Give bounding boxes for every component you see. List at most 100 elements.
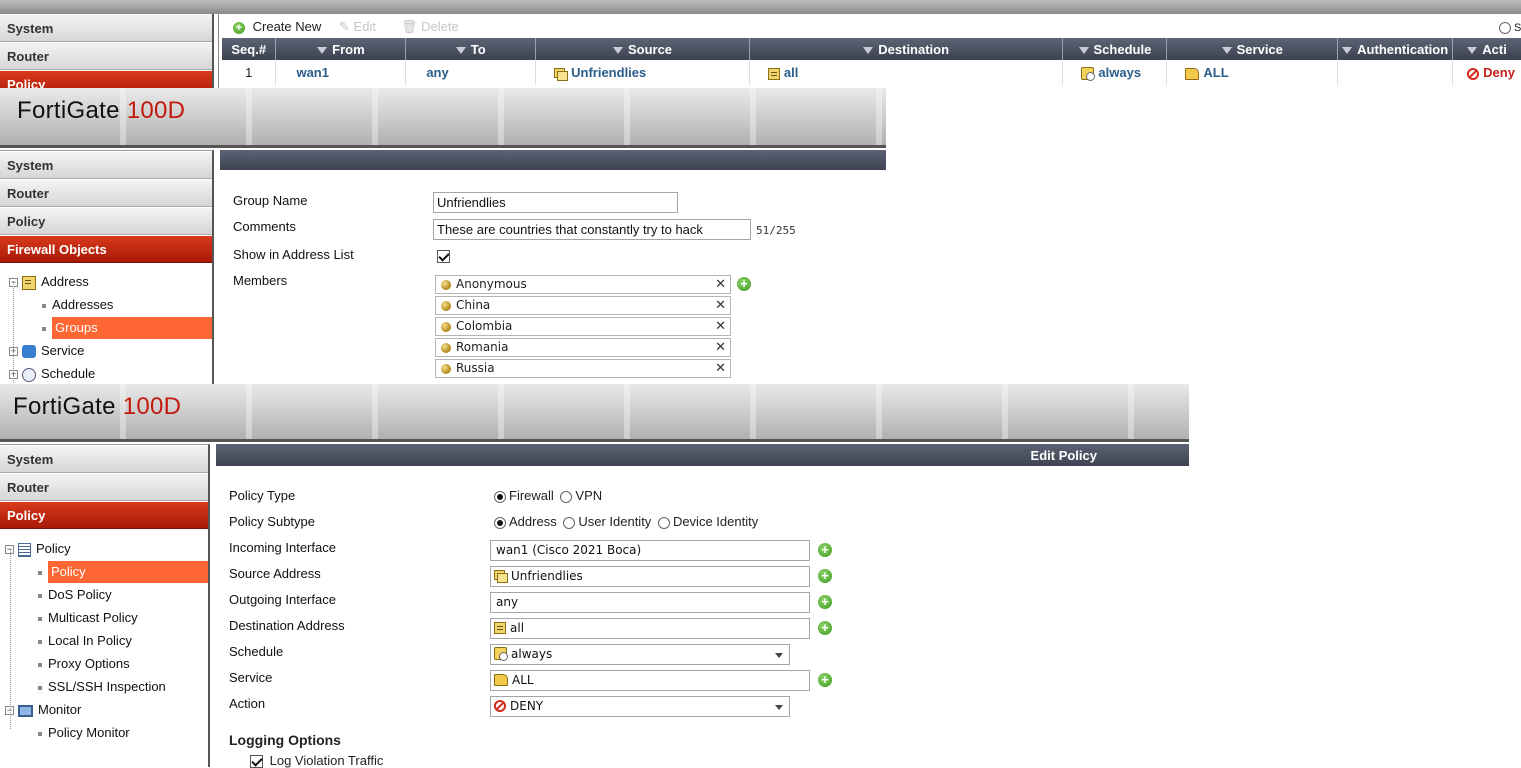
tree-policy-item[interactable]: Policy [38,561,208,583]
col-schedule[interactable]: Schedule [1062,38,1168,60]
policy-type-vpn[interactable]: VPN [560,488,602,503]
policy-type-firewall[interactable]: Firewall [494,488,554,503]
tree-dos-policy[interactable]: DoS Policy [38,584,112,606]
add-incoming-button[interactable]: + [818,543,832,557]
filter-icon[interactable] [1467,46,1478,54]
nav-system[interactable]: System [0,151,212,179]
comments-textarea[interactable]: These are countries that constantly try … [433,219,751,240]
remove-icon[interactable]: ✕ [715,318,726,335]
log-violation-option[interactable]: Log Violation Traffic [250,753,383,768]
radio-device-identity[interactable] [657,516,670,529]
nav-router[interactable]: Router [0,179,212,207]
remove-icon[interactable]: ✕ [715,339,726,356]
outgoing-interface-field[interactable]: any [490,592,810,613]
member-item[interactable]: China ✕ [435,296,731,315]
address-icon [494,621,506,634]
radio-address[interactable] [494,516,506,529]
search-radio[interactable] [1499,21,1511,34]
nav-router[interactable]: Router [0,42,212,70]
tree-multicast-policy[interactable]: Multicast Policy [38,607,138,629]
policy-subtype-options: Address User Identity Device Identity [494,514,758,529]
filter-icon[interactable] [1221,46,1232,54]
form-titlebar [220,150,886,170]
member-item[interactable]: Anonymous ✕ [435,275,731,294]
tree-ssl-inspection[interactable]: SSL/SSH Inspection [38,676,166,698]
group-form: Group Name Unfriendlies Comments These a… [220,170,886,384]
toolbar: + Create New ✎ Edit 🗑 Delete S [219,14,1521,38]
subtype-user-identity[interactable]: User Identity [563,514,651,529]
remove-icon[interactable]: ✕ [715,360,726,377]
col-to[interactable]: To [405,38,537,60]
filter-icon[interactable] [612,46,623,54]
action-select[interactable]: DENY [490,696,790,717]
filter-icon[interactable] [317,46,328,54]
col-seq[interactable]: Seq.# [222,38,277,60]
remove-icon[interactable]: ✕ [715,276,726,293]
tree-proxy-options[interactable]: Proxy Options [38,653,130,675]
remove-icon[interactable]: ✕ [715,297,726,314]
nav-system[interactable]: System [0,445,208,473]
nav-system[interactable]: System [0,14,212,42]
service-field[interactable]: ALL [490,670,810,691]
tree-address[interactable]: − Address [9,271,89,293]
member-item[interactable]: Colombia ✕ [435,317,731,336]
search-option[interactable]: S [1499,19,1521,34]
member-item[interactable]: Romania ✕ [435,338,731,357]
tree-local-in-policy[interactable]: Local In Policy [38,630,132,652]
service-icon [494,673,508,686]
schedule-select[interactable]: always [490,644,790,665]
monitor-icon [18,704,33,717]
group-name-input[interactable]: Unfriendlies [433,192,678,213]
radio-firewall[interactable] [494,490,506,503]
filter-icon[interactable] [1078,46,1089,54]
top-frame-bar [0,0,1521,14]
col-service[interactable]: Service [1166,38,1339,60]
policy-form: Policy Type Firewall VPN Policy Subtype … [216,466,1189,768]
subtype-address[interactable]: Address [494,514,557,529]
tree-service[interactable]: + Service [9,340,84,362]
show-in-list-checkbox[interactable] [437,250,450,264]
sidebar: System Router Policy − Policy Policy DoS … [0,444,210,767]
add-destination-button[interactable]: + [818,621,832,635]
member-item[interactable]: Russia ✕ [435,359,731,378]
tree-groups[interactable]: Groups [42,317,212,339]
add-service-button[interactable]: + [818,673,832,687]
col-from[interactable]: From [275,38,407,60]
delete-button[interactable]: 🗑 Delete [401,19,459,35]
tree-schedule[interactable]: + Schedule [9,363,95,385]
fortigate-logo: FortiGate 100D [13,393,182,420]
col-destination[interactable]: Destination [749,38,1064,60]
address-icon [441,342,451,353]
radio-vpn[interactable] [560,490,573,503]
address-icon [441,300,451,311]
nav-router[interactable]: Router [0,473,208,501]
source-address-label: Source Address [229,566,321,581]
filter-icon[interactable] [455,46,466,54]
nav-policy[interactable]: Policy [0,501,208,529]
destination-address-field[interactable]: all [490,618,810,639]
sidebar: System Router Policy [0,14,214,98]
add-source-button[interactable]: + [818,569,832,583]
nav-policy[interactable]: Policy [0,207,212,235]
filter-icon[interactable] [1342,46,1353,54]
tree-addresses[interactable]: Addresses [42,294,113,316]
tree-policy[interactable]: − Policy [5,538,71,560]
nav-firewall-objects[interactable]: Firewall Objects [0,235,212,263]
col-authentication[interactable]: Authentication [1337,38,1454,60]
radio-user-identity[interactable] [563,516,576,529]
col-source[interactable]: Source [535,38,750,60]
source-address-field[interactable]: Unfriendlies [490,566,810,587]
tree-monitor[interactable]: − Monitor [5,699,81,721]
add-outgoing-button[interactable]: + [818,595,832,609]
add-member-button[interactable]: + [737,277,751,291]
incoming-interface-field[interactable]: wan1 (Cisco 2021 Boca) [490,540,810,561]
filter-icon[interactable] [863,46,874,54]
edit-button[interactable]: ✎ Edit [339,19,376,35]
log-violation-checkbox[interactable] [250,755,263,768]
subtype-device-identity[interactable]: Device Identity [657,514,758,529]
table-row[interactable]: 1 wan1 any Unfriendlies all always ALL D… [222,60,1521,85]
col-action[interactable]: Acti [1452,38,1521,60]
address-group-icon [554,67,569,81]
create-new-button[interactable]: + Create New [233,19,321,34]
tree-policy-monitor[interactable]: Policy Monitor [38,722,130,744]
